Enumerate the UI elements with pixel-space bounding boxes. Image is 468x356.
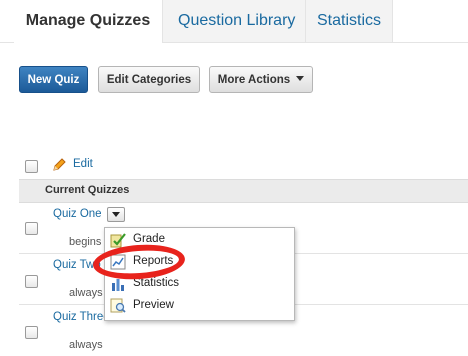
new-quiz-button[interactable]: New Quiz xyxy=(19,66,88,93)
current-quizzes-header: Current Quizzes xyxy=(45,184,130,196)
quiz-title-link[interactable]: Quiz Three xyxy=(53,311,110,323)
row-checkbox-quiz-one[interactable] xyxy=(25,222,38,235)
more-actions-button[interactable]: More Actions xyxy=(209,66,313,93)
quiz-availability: begins xyxy=(69,236,102,248)
tab-statistics[interactable]: Statistics xyxy=(317,0,381,42)
table-header: Current Quizzes xyxy=(19,179,468,203)
tab-manage-quizzes[interactable]: Manage Quizzes xyxy=(14,0,162,42)
select-all-checkbox[interactable] xyxy=(25,160,38,173)
quiz-title-link[interactable]: Quiz One xyxy=(53,208,102,220)
tab-active-cover xyxy=(14,42,162,43)
more-actions-label: More Actions xyxy=(217,74,291,86)
grade-icon xyxy=(110,232,126,248)
menu-item-preview[interactable]: Preview xyxy=(105,295,294,317)
preview-icon xyxy=(110,298,126,314)
edit-link[interactable]: Edit xyxy=(73,158,93,170)
chevron-down-icon xyxy=(112,212,120,217)
pencil-icon[interactable] xyxy=(51,157,67,173)
menu-item-label: Preview xyxy=(133,299,174,311)
row-checkbox-quiz-two[interactable] xyxy=(25,275,38,288)
edit-categories-button[interactable]: Edit Categories xyxy=(98,66,200,93)
quiz-context-menu-button[interactable] xyxy=(107,207,125,222)
menu-item-label: Grade xyxy=(133,233,165,245)
tab-question-library[interactable]: Question Library xyxy=(178,0,295,42)
row-checkbox-quiz-three[interactable] xyxy=(25,326,38,339)
tab-bar: Manage Quizzes Question Library Statisti… xyxy=(0,0,468,42)
quiz-availability: always xyxy=(69,339,103,351)
quiz-availability: always xyxy=(69,287,103,299)
chevron-down-icon xyxy=(296,76,305,82)
